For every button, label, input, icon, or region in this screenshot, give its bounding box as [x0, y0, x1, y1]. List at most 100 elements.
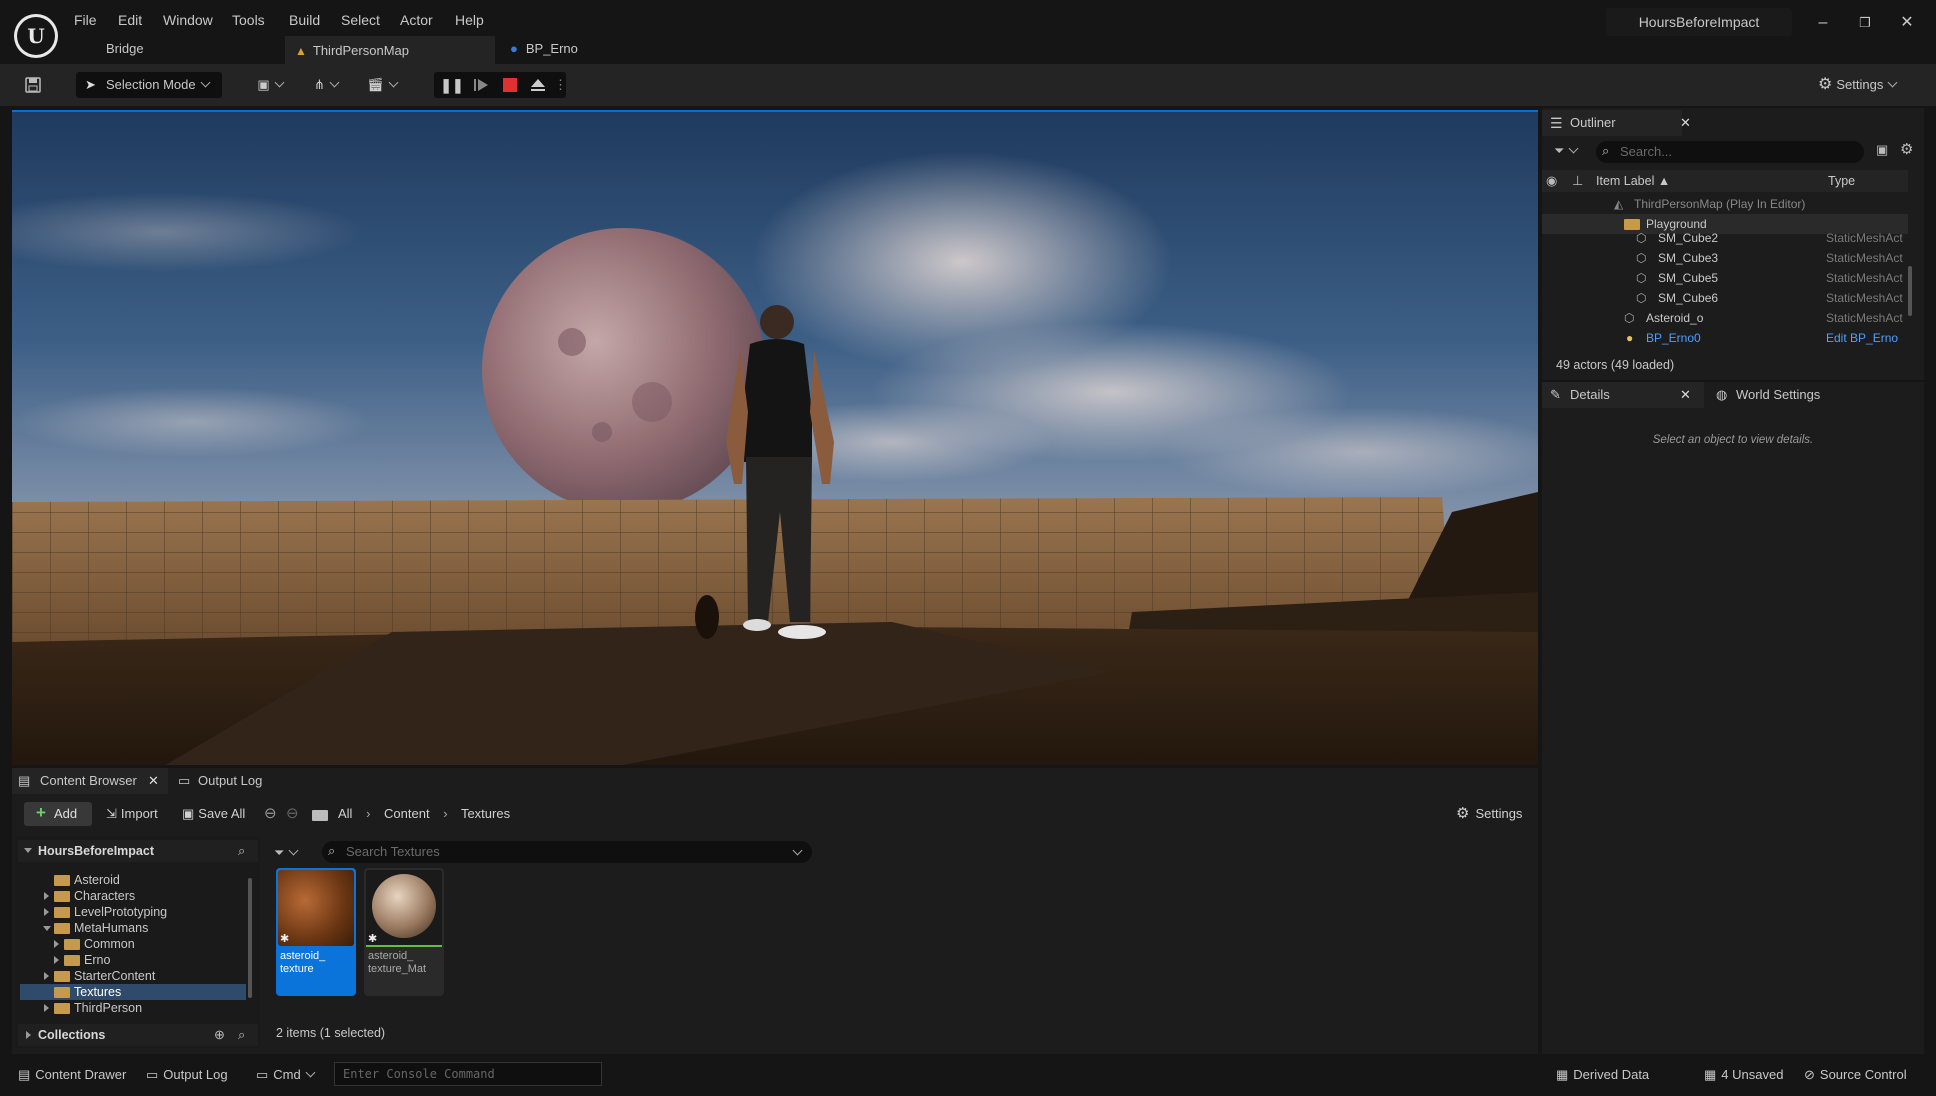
console-command-input[interactable]: Enter Console Command	[334, 1062, 602, 1086]
settings-dropdown[interactable]: ⚙ Settings	[1818, 72, 1918, 98]
tab-bp-erno[interactable]: ● BP_Erno	[500, 36, 700, 64]
asset-tile-asteroid-material[interactable]: ✱ asteroid_ texture_Mat	[364, 868, 444, 996]
visibility-eye-icon[interactable]: ◉	[1546, 170, 1557, 192]
search-icon[interactable]: ⌕	[238, 1024, 245, 1046]
menu-select[interactable]: Select	[341, 10, 380, 30]
tree-row-actor[interactable]: ⬡ SM_Cube2 StaticMeshAct	[1542, 228, 1908, 248]
add-button[interactable]: + Add	[24, 802, 92, 826]
tab-content-browser[interactable]: ▤ Content Browser ✕	[12, 768, 168, 794]
breadcrumb-separator-icon: ›	[443, 806, 448, 821]
details-panel: ✎ Details ✕ ◍ World Settings Select an obj…	[1542, 382, 1924, 1054]
more-options-icon[interactable]: ⋮	[554, 72, 567, 98]
outliner-scrollbar[interactable]	[1908, 266, 1912, 316]
asset-tile-asteroid-texture[interactable]: ✱ asteroid_ texture	[276, 868, 356, 996]
unreal-logo-icon[interactable]: U	[14, 14, 58, 58]
tab-bridge[interactable]: Bridge	[96, 36, 276, 64]
breadcrumb-content[interactable]: Content	[384, 806, 430, 821]
menu-build[interactable]: Build	[289, 10, 320, 30]
level-viewport[interactable]	[12, 110, 1538, 765]
tree-row-actor[interactable]: ⬡ SM_Cube3 StaticMeshAct	[1542, 248, 1908, 268]
tree-item-label: LevelPrototyping	[74, 905, 168, 919]
collections-header[interactable]: Collections ⊕ ⌕	[18, 1024, 258, 1046]
tab-bridge-label: Bridge	[106, 41, 144, 56]
menu-file[interactable]: File	[74, 10, 97, 30]
details-empty-message: Select an object to view details.	[1652, 434, 1814, 446]
collapse-arrow-icon	[24, 848, 32, 853]
outliner-search-input[interactable]: ⌕ Search...	[1596, 141, 1864, 163]
output-log-tab-label: Output Log	[198, 773, 263, 788]
filter-icon: ⏷	[1554, 143, 1565, 158]
tree-item-asteroid[interactable]: Asteroid	[18, 872, 254, 888]
close-window-button[interactable]: ✕	[1892, 10, 1922, 36]
log-icon: ▭	[178, 773, 191, 788]
tab-output-log[interactable]: ▭ Output Log	[170, 768, 290, 794]
tree-item-thirdperson[interactable]: ThirdPerson	[18, 1000, 254, 1016]
tree-row-actor[interactable]: ⬡ Asteroid_o StaticMeshAct	[1542, 308, 1908, 328]
close-tab-icon[interactable]: ✕	[148, 768, 159, 794]
tab-thirdpersonmap[interactable]: ▲ ThirdPersonMap	[285, 36, 495, 64]
selection-mode-dropdown[interactable]: ➤ Selection Mode	[76, 72, 222, 98]
asset-filter-dropdown[interactable]: ⏷	[274, 842, 310, 864]
breadcrumb-textures[interactable]: Textures	[461, 806, 510, 821]
tree-item-metahumans[interactable]: MetaHumans	[18, 920, 254, 936]
item-label-column[interactable]: Item Label ▲	[1596, 170, 1670, 192]
tab-details[interactable]: ✎ Details ✕	[1542, 382, 1704, 408]
cinematics-button[interactable]: 🎬︎	[362, 72, 402, 98]
menu-tools[interactable]: Tools	[232, 10, 265, 30]
tree-item-common[interactable]: Common	[18, 936, 254, 952]
type-column[interactable]: Type	[1828, 170, 1855, 192]
tree-row-actor[interactable]: ● BP_Erno0 Edit BP_Erno	[1542, 328, 1908, 348]
save-icon[interactable]	[20, 72, 46, 98]
pin-icon[interactable]: ⊥	[1572, 170, 1583, 192]
save-all-button[interactable]: ▣ Save All	[182, 802, 245, 826]
step-frame-icon[interactable]	[469, 72, 493, 98]
tree-item-levelprototyping[interactable]: LevelPrototyping	[18, 904, 254, 920]
breadcrumb-all[interactable]: All	[338, 806, 352, 821]
eject-icon[interactable]	[526, 72, 550, 98]
source-control-button[interactable]: ⊘ Source Control	[1804, 1062, 1932, 1088]
outliner-tree: ◭ ThirdPersonMap (Play In Editor) Playgro…	[1542, 194, 1924, 352]
filter-dropdown[interactable]: ⏷	[1554, 140, 1588, 162]
cb-settings-button[interactable]: ⚙ Settings	[1456, 802, 1522, 826]
menu-help[interactable]: Help	[455, 10, 484, 30]
menu-window[interactable]: Window	[163, 10, 213, 30]
forward-icon[interactable]: ⊖	[286, 802, 299, 826]
unsaved-button[interactable]: ▦ 4 Unsaved	[1704, 1062, 1796, 1088]
close-tab-icon[interactable]: ✕	[1680, 110, 1691, 136]
tab-outliner[interactable]: ☰ Outliner ✕	[1542, 110, 1691, 136]
gear-icon[interactable]: ⚙	[1900, 140, 1913, 158]
blueprints-button[interactable]: ⋔	[306, 72, 346, 98]
sources-header[interactable]: HoursBeforeImpact ⌕	[18, 840, 258, 862]
minimize-button[interactable]: –	[1808, 10, 1838, 36]
tree-row-world[interactable]: ◭ ThirdPersonMap (Play In Editor)	[1542, 194, 1908, 214]
row-type: StaticMeshAct	[1826, 311, 1903, 325]
import-button[interactable]: ⇲ Import	[106, 802, 158, 826]
back-icon[interactable]: ⊖	[264, 802, 277, 826]
pause-icon[interactable]: ❚❚	[440, 72, 464, 98]
edit-bp-link[interactable]: Edit BP_Erno	[1826, 328, 1910, 348]
add-actor-button[interactable]: ▣	[250, 72, 290, 98]
texture-search-input[interactable]: ⌕ Search Textures	[322, 841, 812, 863]
derived-data-button[interactable]: ▦ Derived Data	[1556, 1062, 1666, 1088]
menu-actor[interactable]: Actor	[400, 10, 433, 30]
tree-item-textures[interactable]: Textures	[20, 984, 246, 1000]
tree-row-actor[interactable]: ⬡ SM_Cube5 StaticMeshAct	[1542, 268, 1908, 288]
close-tab-icon[interactable]: ✕	[1680, 382, 1691, 408]
output-log-button[interactable]: ▭ Output Log	[146, 1062, 246, 1088]
restore-button[interactable]: ❐	[1850, 10, 1880, 36]
stop-icon[interactable]	[498, 72, 522, 98]
menu-edit[interactable]: Edit	[118, 10, 142, 30]
expand-arrow-icon	[54, 940, 59, 948]
search-icon[interactable]: ⌕	[238, 840, 245, 862]
tree-item-startercontent[interactable]: StarterContent	[18, 968, 254, 984]
tab-world-settings[interactable]: ◍ World Settings	[1708, 382, 1858, 408]
tree-item-erno[interactable]: Erno	[18, 952, 254, 968]
add-collection-icon[interactable]: ⊕	[214, 1024, 225, 1046]
tree-row-actor[interactable]: ⬡ SM_Cube6 StaticMeshAct	[1542, 288, 1908, 308]
details-tab-label: Details	[1570, 387, 1610, 402]
cmd-dropdown[interactable]: ▭ Cmd	[256, 1062, 326, 1088]
tree-scrollbar[interactable]	[248, 878, 252, 998]
tree-item-characters[interactable]: Characters	[18, 888, 254, 904]
content-drawer-button[interactable]: ▤ Content Drawer	[12, 1062, 136, 1088]
add-folder-icon[interactable]: ▣	[1876, 142, 1888, 158]
